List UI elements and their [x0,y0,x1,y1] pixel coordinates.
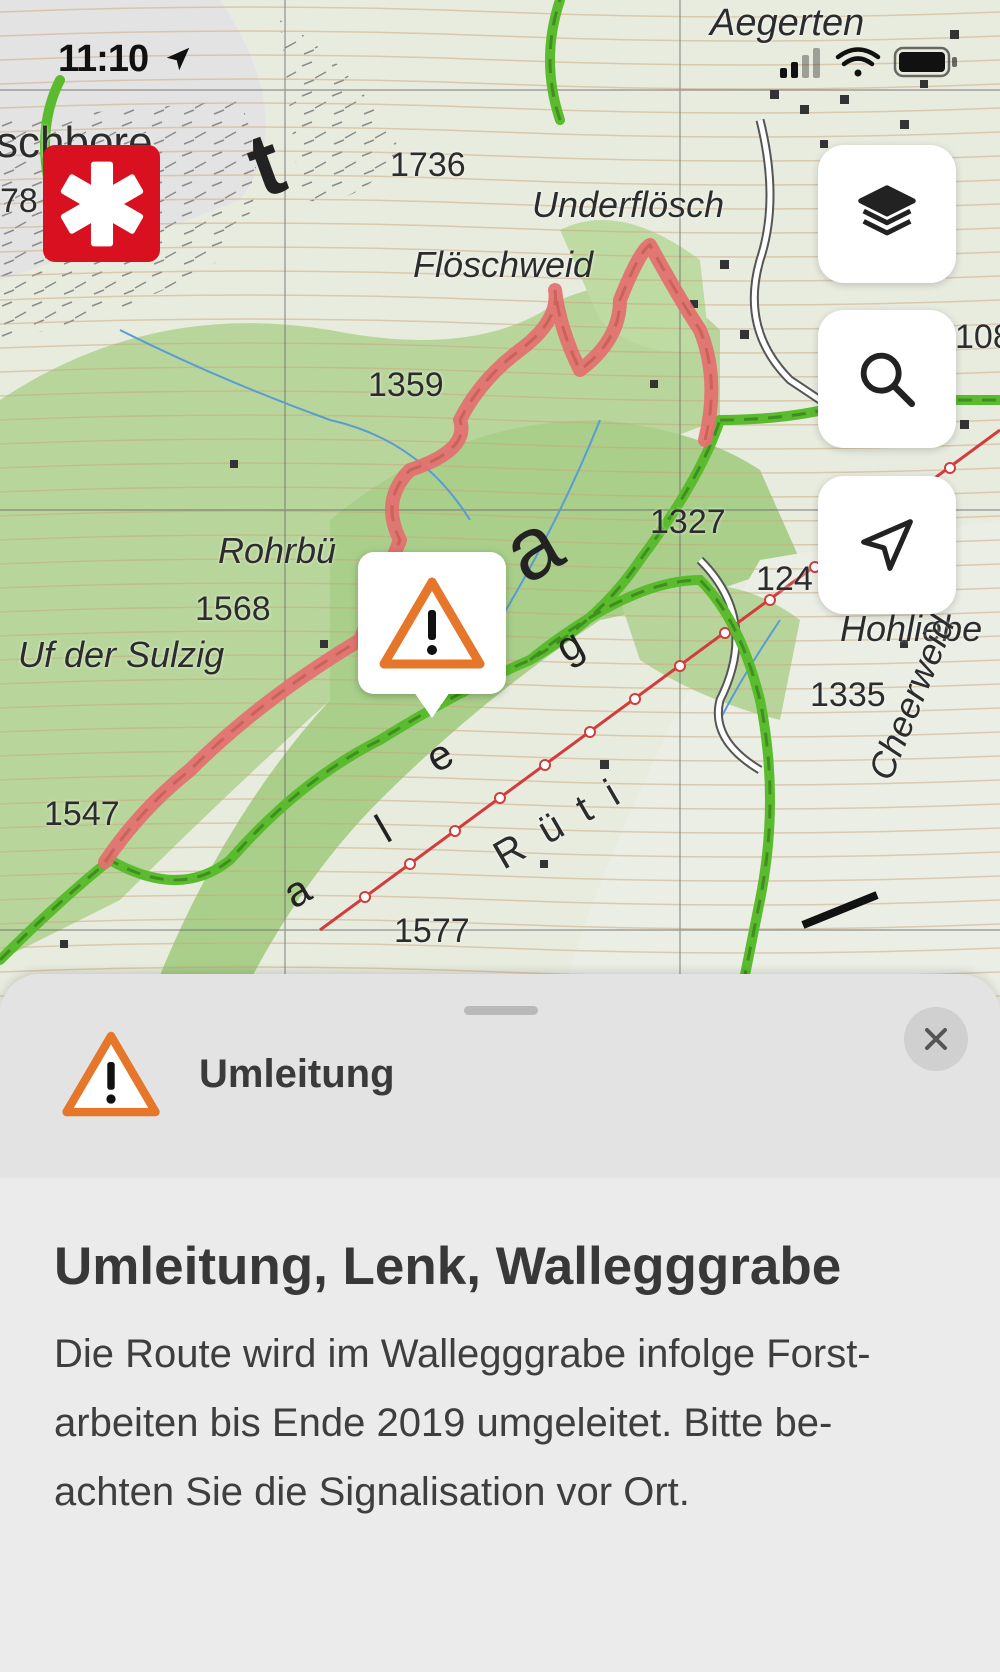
notice-body: Die Route wird im Wallegggrabe infolge F… [54,1320,954,1527]
elevation-label: 1736 [390,146,466,184]
map-label-underflosch: Underflösch [532,184,725,225]
elevation-label: 78 [0,182,38,220]
warning-map-marker[interactable] [358,552,506,718]
layers-icon [858,185,916,236]
wifi-icon [835,47,881,77]
swiss-cross-asterisk-icon [60,161,143,246]
sheet-drag-handle[interactable] [464,1006,538,1015]
elevation-label: 1088 [955,318,1000,356]
elevation-label: 1568 [195,590,271,628]
notice-body-line: Die Route wird im Wallegggrabe infolge F… [54,1332,871,1376]
elevation-label: 1359 [368,366,444,404]
layers-button[interactable] [818,145,956,283]
battery-icon [893,46,957,78]
map-label-rohrbu: Rohrbü [218,530,337,571]
detail-bottom-sheet: Umleitung Umleitung, Lenk, Wallegggrabe … [0,974,1000,1672]
status-bar: 11:10 [0,0,1000,120]
search-icon [860,352,916,408]
app-logo[interactable] [43,145,160,262]
navigation-arrow-icon [861,519,913,571]
elevation-label: 1577 [394,912,470,950]
cellular-signal-icon [780,48,820,78]
warning-triangle-icon [379,577,485,669]
locate-me-button[interactable] [818,476,956,614]
sheet-header: Umleitung [0,974,1000,1178]
map-label-floschweid: Flöschweid [413,244,594,285]
elevation-label: 124 [756,560,813,598]
warning-triangle-icon [62,1031,160,1117]
notice-title: Umleitung, Lenk, Wallegggrabe [54,1237,842,1296]
sheet-header-title: Umleitung [199,1052,395,1096]
notice-body-line: achten Sie die Signalisation vor Ort. [54,1470,690,1514]
map-label-uf-der-sulzig: Uf der Sulzig [18,634,225,675]
notice-body-line: arbeiten bis Ende 2019 umgeleitet. Bitte… [54,1401,833,1445]
status-icons [780,46,957,78]
close-icon [925,1028,947,1050]
status-time: 11:10 [58,38,149,80]
search-button[interactable] [818,310,956,448]
close-button[interactable] [904,1007,968,1071]
location-arrow-icon [166,47,190,71]
elevation-label: 1327 [650,503,726,541]
elevation-label: 1547 [44,795,120,833]
elevation-label: 1335 [810,676,886,714]
